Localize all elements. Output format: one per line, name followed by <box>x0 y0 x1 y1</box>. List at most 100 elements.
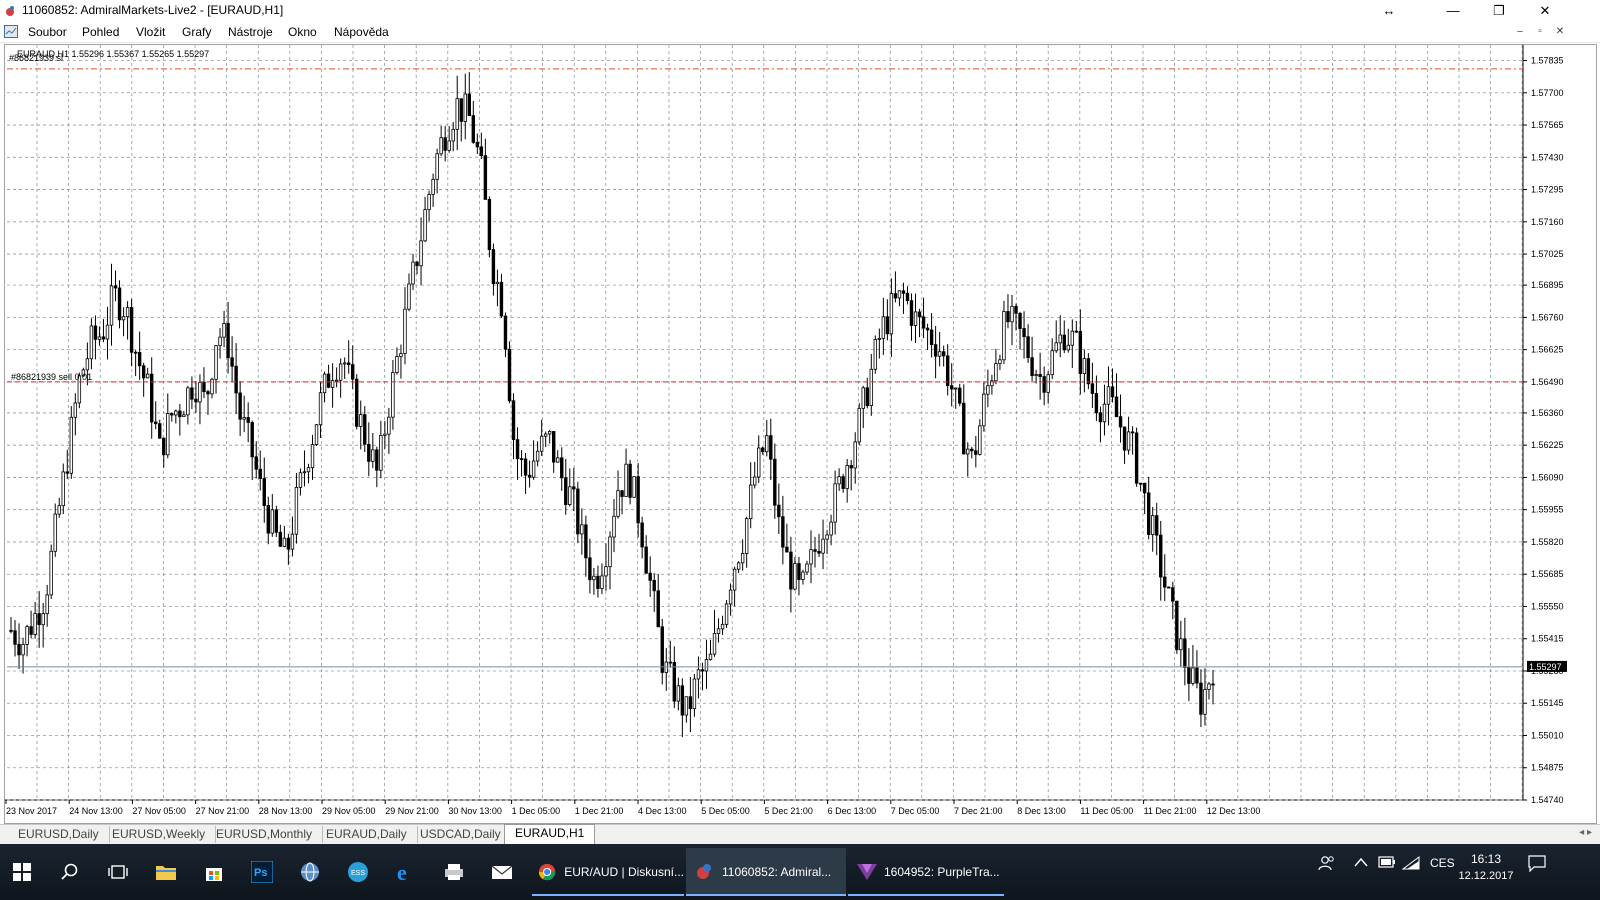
photoshop-icon[interactable]: Ps <box>242 852 282 892</box>
clock-date[interactable]: 12.12.2017 <box>1456 870 1516 882</box>
candlestick <box>431 173 435 207</box>
candle-body <box>744 518 749 554</box>
taskbar-app-metatrader-admiral[interactable]: 11060852: Admiral... <box>686 848 846 896</box>
printer-icon[interactable] <box>434 852 474 892</box>
candlestick <box>145 367 150 379</box>
candle-body <box>73 402 78 418</box>
menu-window[interactable]: Okno <box>288 25 317 39</box>
candlestick <box>1155 502 1159 556</box>
resize-icon[interactable]: ↔ <box>1366 0 1412 22</box>
candle-body <box>133 351 138 354</box>
candlestick <box>712 609 717 657</box>
tab-euraud-h1[interactable]: EURAUD,H1 <box>504 824 596 845</box>
taskbar-app-metatrader-purple[interactable]: 1604952: PurpleTra... <box>848 848 1004 896</box>
tab-usdcad-daily[interactable]: USDCAD,Daily <box>410 826 512 843</box>
menu-insert[interactable]: Vložit <box>136 25 165 39</box>
candle-body <box>391 372 395 418</box>
menu-help[interactable]: Nápověda <box>334 25 389 39</box>
candlestick <box>447 126 451 153</box>
wifi-icon[interactable] <box>1401 856 1420 873</box>
search-icon[interactable] <box>50 852 90 892</box>
candlestick <box>608 531 612 590</box>
price-tick-label: 1.57160 <box>1531 217 1564 227</box>
chart-close-button[interactable]: ✕ <box>1553 25 1567 38</box>
candlestick <box>688 676 693 733</box>
candlestick <box>1058 315 1062 358</box>
candle-body <box>1211 683 1215 686</box>
menu-file[interactable]: Soubor <box>28 25 67 39</box>
tab-scroll-arrows[interactable]: ◂ ▸ <box>1579 827 1592 838</box>
store-icon[interactable] <box>194 852 234 892</box>
time-tick-label: 24 Nov 13:00 <box>69 806 123 816</box>
chat-app-icon[interactable]: ESS <box>338 852 378 892</box>
candle-body <box>463 93 467 122</box>
tab-euraud-daily[interactable]: EURAUD,Daily <box>316 826 418 843</box>
candlestick <box>913 293 918 344</box>
candlestick <box>527 460 532 488</box>
candle-body <box>45 594 49 614</box>
candlestick <box>367 422 371 477</box>
edge-browser-icon[interactable]: e <box>386 852 426 892</box>
battery-icon[interactable] <box>1378 856 1396 871</box>
candle-body <box>334 379 339 382</box>
candle-body <box>419 240 423 267</box>
tab-eurusd-weekly[interactable]: EURUSD,Weekly <box>102 826 217 843</box>
price-chart[interactable]: 1.57835 1.57700 1.57565 1.57430 1.57295 1.571… <box>4 44 1597 824</box>
notifications-icon[interactable] <box>1528 854 1546 875</box>
chart-minimize-button[interactable]: – <box>1513 25 1527 38</box>
candlestick <box>93 315 98 360</box>
candle-body <box>889 293 894 335</box>
taskbar-app-chrome[interactable]: EUR/AUD | Diskusní... <box>532 848 684 896</box>
chart-restore-button[interactable]: ▫ <box>1533 25 1547 38</box>
candle-body <box>556 457 560 463</box>
close-button[interactable]: ✕ <box>1522 0 1568 22</box>
candlestick <box>757 435 761 483</box>
chart-window-icon[interactable] <box>4 25 18 38</box>
candle-body <box>777 504 781 518</box>
tray-chevron-up-icon[interactable] <box>1354 856 1368 870</box>
time-tick-label: 5 Dec 21:00 <box>764 806 813 816</box>
svg-text:e: e <box>397 861 407 883</box>
task-view-icon[interactable] <box>98 852 138 892</box>
candle-body <box>61 471 65 507</box>
menu-charts[interactable]: Grafy <box>182 25 211 39</box>
candle-body <box>560 457 564 479</box>
candlestick <box>632 476 636 498</box>
mail-icon[interactable] <box>482 852 522 892</box>
people-icon[interactable] <box>1318 854 1336 875</box>
candlestick <box>515 427 520 480</box>
tab-eurusd-daily[interactable]: EURUSD,Daily <box>8 826 110 843</box>
candle-body <box>869 368 873 406</box>
candle-body <box>986 385 990 395</box>
candle-body <box>837 476 841 485</box>
candle-body <box>773 458 777 506</box>
candlestick <box>990 374 994 395</box>
candlestick <box>1130 426 1135 455</box>
candle-body <box>117 287 122 321</box>
input-language[interactable]: CES <box>1430 856 1455 870</box>
windows-start-icon[interactable] <box>2 852 42 892</box>
file-explorer-icon[interactable] <box>146 852 186 892</box>
candle-body <box>318 392 323 426</box>
minimize-button[interactable]: — <box>1430 0 1476 22</box>
candlestick <box>338 358 343 398</box>
title-bar: 11060852: AdmiralMarkets-Live2 - [EURAUD… <box>0 0 1600 22</box>
tab-eurusd-monthly[interactable]: EURUSD,Monthly <box>206 826 324 843</box>
candle-body <box>994 363 998 382</box>
candlestick <box>531 440 536 480</box>
restore-button[interactable]: ❐ <box>1476 0 1522 22</box>
menu-view[interactable]: Pohled <box>82 25 119 39</box>
candlestick <box>507 341 512 404</box>
candlestick <box>125 301 130 340</box>
candlestick <box>1146 476 1151 540</box>
candle-body <box>958 387 962 404</box>
chart-canvas[interactable]: 1.57835 1.57700 1.57565 1.57430 1.57295 1.571… <box>5 45 1598 825</box>
candlestick <box>1175 600 1179 654</box>
candle-body <box>1106 386 1111 405</box>
candlestick <box>684 696 689 723</box>
menu-tools[interactable]: Nástroje <box>228 25 273 39</box>
candle-body <box>1167 586 1171 589</box>
candle-body <box>1018 312 1022 329</box>
clock-time[interactable]: 16:13 <box>1456 852 1516 866</box>
browser-globe-icon[interactable] <box>290 852 330 892</box>
